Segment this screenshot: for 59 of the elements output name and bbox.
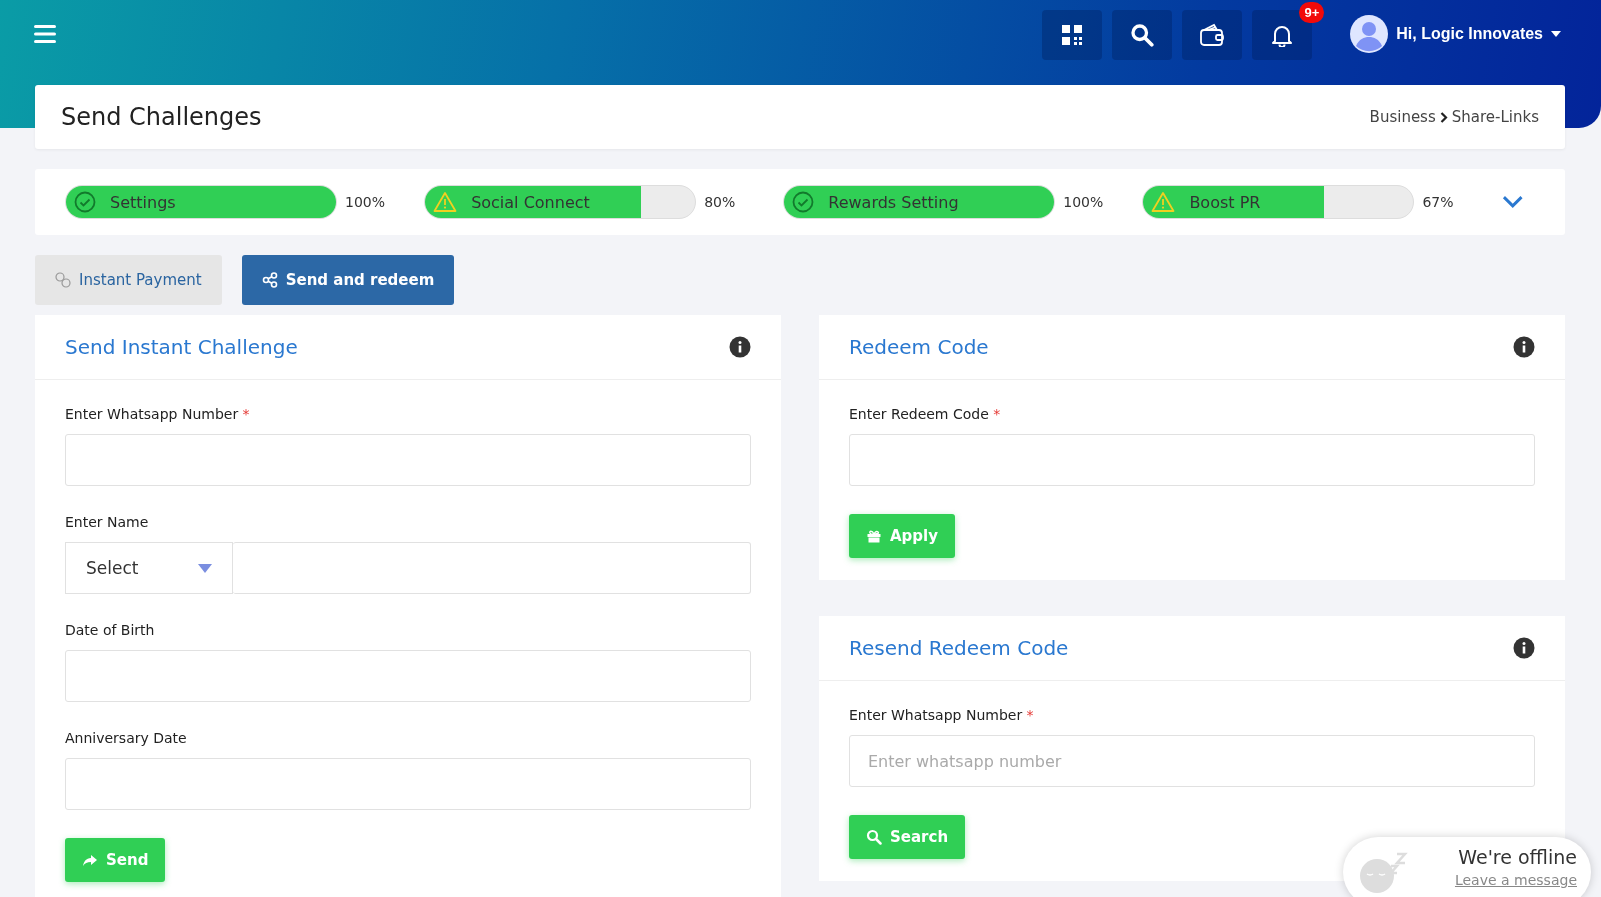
breadcrumb-link[interactable]: Share-Links xyxy=(1451,108,1539,126)
field-label: Date of Birth xyxy=(65,622,156,638)
chat-status: We're offline xyxy=(1458,846,1577,868)
send-icon xyxy=(82,852,98,868)
field-label: Enter Whatsapp Number * xyxy=(65,406,251,422)
wallet-icon xyxy=(1199,23,1226,47)
share-icon xyxy=(261,272,278,288)
progress-percent: 67% xyxy=(1422,194,1454,210)
progress-label: Social Connect xyxy=(471,192,590,212)
coins-icon xyxy=(55,272,71,288)
card-title: Send Instant Challenge xyxy=(65,335,298,359)
qr-code-button[interactable] xyxy=(1042,10,1103,60)
field-label: Enter Whatsapp Number * xyxy=(849,707,1035,723)
tab[interactable]: Send and redeem xyxy=(241,255,455,305)
tab[interactable]: Instant Payment xyxy=(35,255,222,305)
progress-label: Settings xyxy=(110,192,176,212)
chevron-down-icon[interactable] xyxy=(1501,195,1523,209)
search-icon xyxy=(866,829,882,845)
progress-percent: 80% xyxy=(704,194,736,210)
progress-percent: 100% xyxy=(1063,194,1104,210)
input-field[interactable] xyxy=(849,434,1535,486)
bell-icon xyxy=(1271,23,1294,47)
search-button[interactable] xyxy=(1112,10,1173,60)
breadcrumb-link[interactable]: Business xyxy=(1369,108,1436,126)
check-circle-icon xyxy=(74,191,96,213)
qr-code-icon xyxy=(1061,24,1084,46)
input-field[interactable] xyxy=(65,434,751,486)
warning-icon xyxy=(433,191,458,213)
check-circle-icon xyxy=(792,191,815,213)
field-label: Anniversary Date xyxy=(65,730,188,746)
input-field[interactable] xyxy=(65,758,751,810)
chat-widget[interactable]: We're offline Leave a message xyxy=(1343,837,1591,897)
input-field[interactable]: Enter whatsapp number xyxy=(849,735,1535,787)
caret-icon xyxy=(1551,31,1561,37)
info-icon[interactable] xyxy=(1513,336,1535,358)
card-title: Redeem Code xyxy=(849,335,989,359)
wallet-button[interactable] xyxy=(1182,10,1243,60)
info-icon[interactable] xyxy=(729,336,751,358)
input-field[interactable] xyxy=(65,650,751,702)
info-icon[interactable] xyxy=(1513,637,1535,659)
menu-icon[interactable] xyxy=(34,24,58,44)
progress-label: Boost PR xyxy=(1189,192,1261,212)
avatar-icon xyxy=(1350,15,1389,53)
notification-badge: 9+ xyxy=(1299,2,1325,23)
field-label: Enter Name xyxy=(65,514,150,530)
gift-icon xyxy=(866,528,882,544)
chevron-right-icon xyxy=(1439,111,1448,123)
progress-label: Rewards Setting xyxy=(828,192,959,212)
select-dropdown[interactable]: Select xyxy=(65,542,233,594)
user-menu[interactable]: Hi, Logic Innovates xyxy=(1350,15,1561,53)
warning-icon xyxy=(1151,191,1176,213)
page-title: Send Challenges xyxy=(61,103,262,131)
progress-percent: 100% xyxy=(345,194,386,210)
input-field[interactable] xyxy=(233,542,751,594)
caret-icon xyxy=(198,563,212,573)
field-label: Enter Redeem Code * xyxy=(849,406,1002,422)
leave-message-link[interactable]: Leave a message xyxy=(1454,872,1577,888)
card-title: Resend Redeem Code xyxy=(849,636,1069,660)
search-icon xyxy=(1130,23,1155,47)
